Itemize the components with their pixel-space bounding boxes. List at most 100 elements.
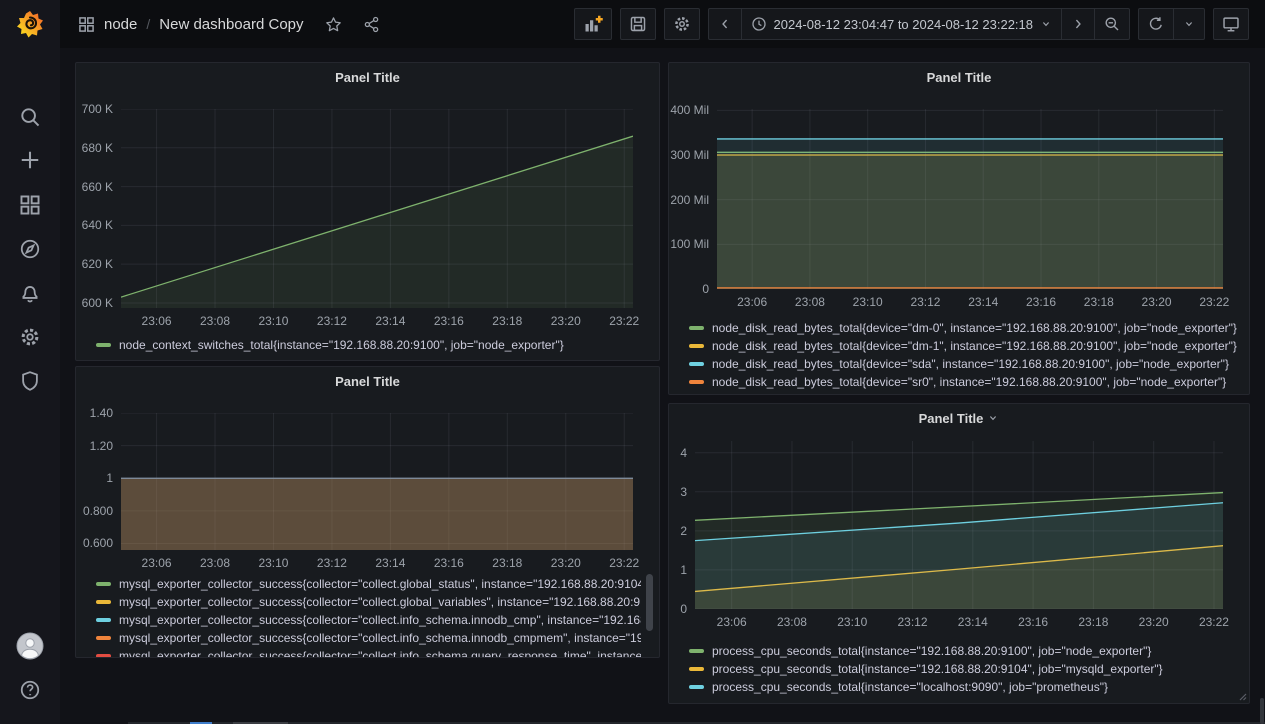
- time-range-picker[interactable]: 2024-08-12 23:04:47 to 2024-08-12 23:22:…: [741, 9, 1062, 39]
- panel-context-switches: Panel Title node_context_switches_total{…: [75, 62, 660, 361]
- configuration-gear-icon[interactable]: [0, 319, 60, 355]
- x-axis-tick: 23:06: [132, 314, 182, 328]
- x-axis-tick: 23:22: [599, 314, 649, 328]
- share-dashboard-icon[interactable]: [363, 16, 380, 33]
- dashboard-settings-button[interactable]: [664, 8, 700, 40]
- x-axis-tick: 23:06: [727, 295, 777, 309]
- x-axis-tick: 23:12: [307, 314, 357, 328]
- legend-swatch-icon: [689, 649, 704, 653]
- legend-item[interactable]: mysql_exporter_collector_success{collect…: [96, 575, 641, 593]
- x-axis-tick: 23:20: [541, 556, 591, 570]
- cycle-view-mode-button[interactable]: [1213, 8, 1249, 40]
- search-icon[interactable]: [0, 99, 60, 135]
- explore-compass-icon[interactable]: [0, 231, 60, 267]
- y-axis-tick: 640 K: [76, 218, 113, 232]
- time-shift-forward-button[interactable]: [1061, 9, 1094, 39]
- panel-header[interactable]: Panel Title: [76, 63, 659, 91]
- time-series-chart[interactable]: [121, 109, 633, 308]
- time-range-label: 2024-08-12 23:04:47 to 2024-08-12 23:22:…: [774, 17, 1034, 32]
- x-axis-tick: 23:12: [888, 615, 938, 629]
- alerting-bell-icon[interactable]: [0, 275, 60, 311]
- time-shift-back-button[interactable]: [709, 9, 741, 39]
- y-axis-tick: 3: [669, 485, 687, 499]
- legend-item[interactable]: node_disk_read_bytes_total{device="sr0",…: [689, 373, 1239, 391]
- y-axis-tick: 200 Mil: [669, 193, 709, 207]
- x-axis-tick: 23:20: [1129, 615, 1179, 629]
- legend-item[interactable]: mysql_exporter_collector_success{collect…: [96, 593, 641, 611]
- x-axis-tick: 23:14: [958, 295, 1008, 309]
- time-series-chart[interactable]: [717, 109, 1223, 289]
- x-axis-tick: 23:06: [132, 556, 182, 570]
- legend-item[interactable]: process_cpu_seconds_total{instance="192.…: [689, 660, 1239, 678]
- legend-scrollbar[interactable]: [646, 574, 653, 631]
- legend-swatch-icon: [689, 685, 704, 689]
- create-plus-icon[interactable]: [0, 142, 60, 178]
- user-avatar[interactable]: [0, 628, 60, 664]
- y-axis-tick: 620 K: [76, 257, 113, 271]
- legend-label: process_cpu_seconds_total{instance="192.…: [712, 644, 1151, 658]
- y-axis-tick: 700 K: [76, 102, 113, 116]
- legend-item[interactable]: node_disk_read_bytes_total{device="sda",…: [689, 355, 1239, 373]
- panel-menu-caret-icon[interactable]: [987, 412, 999, 424]
- panel-header[interactable]: Panel Title: [669, 63, 1249, 91]
- x-axis-tick: 23:06: [707, 615, 757, 629]
- x-axis-tick: 23:22: [1189, 295, 1239, 309]
- time-range-controls: 2024-08-12 23:04:47 to 2024-08-12 23:22:…: [708, 8, 1131, 40]
- x-axis-tick: 23:16: [1008, 615, 1058, 629]
- legend-label: node_disk_read_bytes_total{device="dm-1"…: [712, 339, 1237, 353]
- dashboards-icon[interactable]: [0, 187, 60, 223]
- dashboard-grid-icon: [78, 16, 95, 33]
- legend-swatch-icon: [689, 362, 704, 366]
- chart-legend: mysql_exporter_collector_success{collect…: [96, 575, 641, 658]
- legend-item[interactable]: mysql_exporter_collector_success{collect…: [96, 647, 641, 658]
- grafana-logo[interactable]: [0, 0, 60, 48]
- legend-item[interactable]: process_cpu_seconds_total{instance="loca…: [689, 678, 1239, 696]
- panel-title[interactable]: Panel Title: [335, 374, 400, 389]
- legend-label: mysql_exporter_collector_success{collect…: [119, 595, 641, 609]
- x-axis-tick: 23:22: [599, 556, 649, 570]
- y-axis-tick: 660 K: [76, 180, 113, 194]
- refresh-interval-caret[interactable]: [1173, 9, 1204, 39]
- x-axis-tick: 23:08: [190, 556, 240, 570]
- y-axis-tick: 0.600: [76, 536, 113, 550]
- x-axis-tick: 23:18: [482, 314, 532, 328]
- x-axis-tick: 23:08: [785, 295, 835, 309]
- add-panel-button[interactable]: [574, 8, 612, 40]
- legend-swatch-icon: [689, 667, 704, 671]
- star-dashboard-icon[interactable]: [325, 16, 342, 33]
- panel-title[interactable]: Panel Title: [919, 411, 984, 426]
- x-axis-tick: 23:18: [1068, 615, 1118, 629]
- help-icon[interactable]: [0, 672, 60, 708]
- save-dashboard-button[interactable]: [620, 8, 656, 40]
- panel-header[interactable]: Panel Title: [76, 367, 659, 395]
- zoom-out-time-button[interactable]: [1094, 9, 1129, 39]
- chart-legend: node_disk_read_bytes_total{device="dm-0"…: [689, 319, 1239, 391]
- panel-mysql-collector-success: Panel Title mysql_exporter_collector_suc…: [75, 366, 660, 658]
- breadcrumb-folder[interactable]: node: [104, 16, 137, 33]
- dashboard-title[interactable]: New dashboard Copy: [159, 16, 303, 33]
- x-axis-tick: 23:12: [307, 556, 357, 570]
- y-axis-tick: 1.20: [76, 439, 113, 453]
- refresh-button[interactable]: [1139, 9, 1173, 39]
- legend-item[interactable]: node_context_switches_total{instance="19…: [96, 336, 649, 354]
- legend-item[interactable]: mysql_exporter_collector_success{collect…: [96, 611, 641, 629]
- legend-item[interactable]: mysql_exporter_collector_success{collect…: [96, 629, 641, 647]
- panel-header[interactable]: Panel Title: [669, 404, 1249, 432]
- chart-legend: node_context_switches_total{instance="19…: [96, 336, 649, 354]
- panel-title[interactable]: Panel Title: [927, 70, 992, 85]
- time-series-chart[interactable]: [695, 441, 1223, 609]
- page-scrollbar-thumb[interactable]: [1260, 698, 1264, 724]
- time-series-chart[interactable]: [121, 413, 633, 550]
- legend-item[interactable]: node_disk_read_bytes_total{device="dm-0"…: [689, 319, 1239, 337]
- x-axis-tick: 23:14: [948, 615, 998, 629]
- legend-label: node_disk_read_bytes_total{device="sr0",…: [712, 375, 1226, 389]
- legend-label: node_disk_read_bytes_total{device="dm-0"…: [712, 321, 1237, 335]
- panel-title[interactable]: Panel Title: [335, 70, 400, 85]
- legend-label: mysql_exporter_collector_success{collect…: [119, 613, 641, 627]
- legend-item[interactable]: node_disk_read_bytes_total{device="dm-1"…: [689, 337, 1239, 355]
- legend-item[interactable]: process_cpu_seconds_total{instance="192.…: [689, 642, 1239, 660]
- panel-resize-handle[interactable]: [1237, 691, 1247, 701]
- sidebar: [0, 0, 60, 724]
- legend-label: mysql_exporter_collector_success{collect…: [119, 577, 641, 591]
- server-admin-shield-icon[interactable]: [0, 363, 60, 399]
